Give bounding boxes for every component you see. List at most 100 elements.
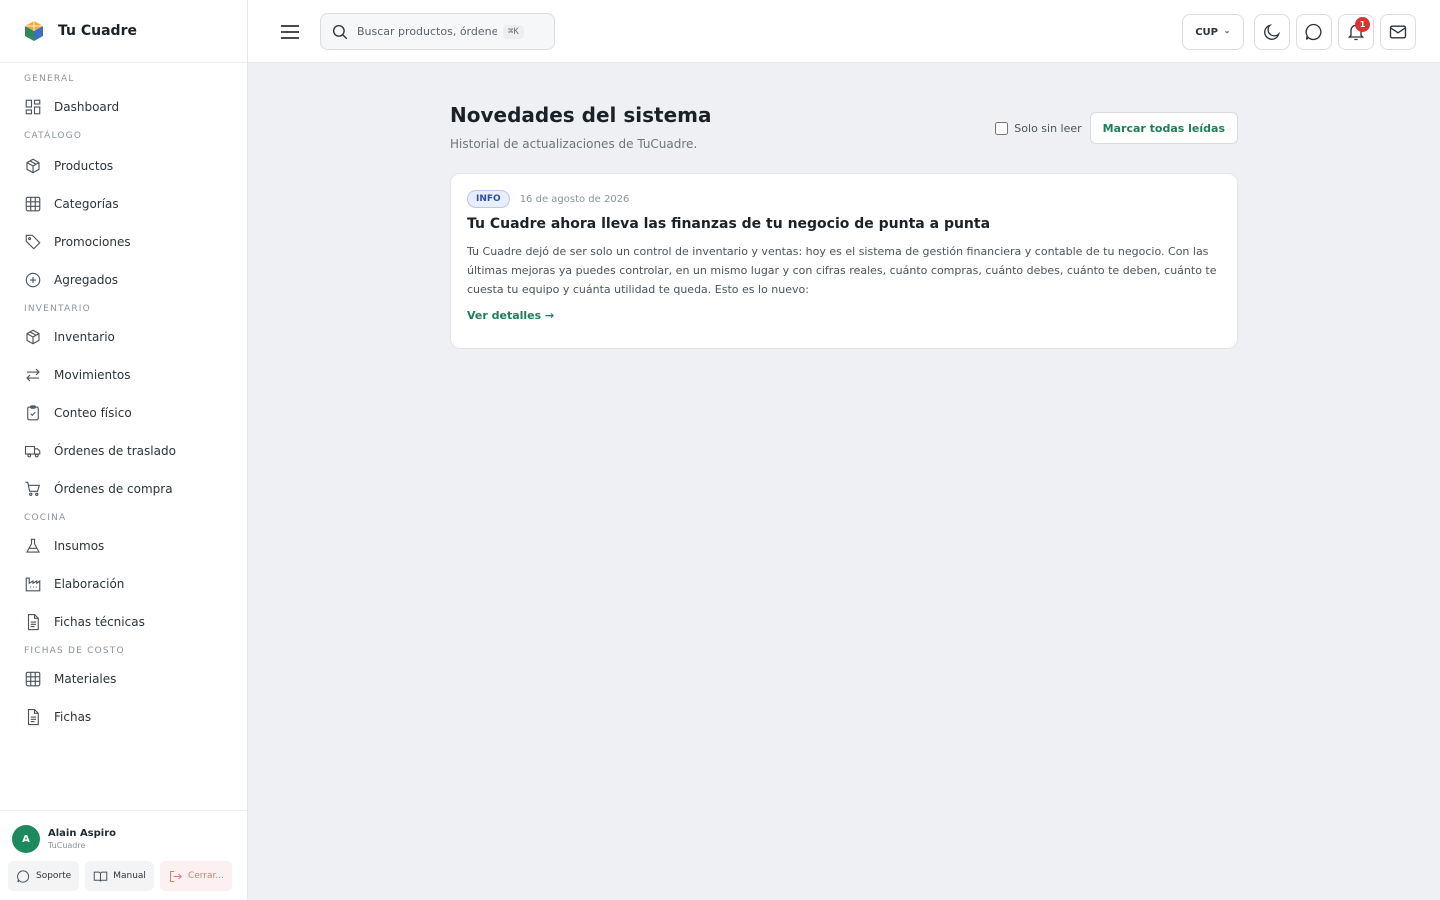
section-title-cocina: COCINA: [24, 513, 67, 523]
logout-icon: [169, 870, 182, 882]
logout-label: Cerrar...: [187, 871, 224, 881]
book-icon: [93, 871, 108, 882]
factory-icon: [25, 577, 41, 592]
sidebar-item-label: Dashboard: [54, 100, 120, 114]
mail-icon: [1389, 25, 1407, 39]
sidebar-item-label: Inventario: [54, 330, 115, 344]
sidebar-item-productos[interactable]: Productos: [0, 147, 247, 185]
notification-badge: 1: [1355, 17, 1370, 32]
search-box[interactable]: ⌘K: [320, 13, 555, 50]
support-label: Soporte: [36, 871, 72, 881]
sidebar-item-agregados[interactable]: Agregados: [0, 261, 247, 299]
grid-icon: [25, 196, 41, 212]
sidebar-nav: GENERAL Dashboard CATÁLOGO Productos Cat…: [0, 64, 247, 810]
clipboard-icon: [27, 405, 39, 421]
sidebar-item-label: Fichas: [54, 710, 92, 724]
plus-circle-icon: [25, 272, 41, 288]
chat-bubble-icon: [17, 869, 30, 883]
sidebar-item-label: Categorías: [54, 197, 119, 211]
sidebar-item-ordenes-compra[interactable]: Órdenes de compra: [0, 470, 247, 508]
view-details-link[interactable]: Ver detalles →: [467, 309, 554, 322]
sidebar-item-label: Promociones: [54, 235, 131, 249]
currency-value: CUP: [1195, 26, 1218, 38]
sidebar-item-ordenes-traslado[interactable]: Órdenes de traslado: [0, 432, 247, 470]
topbar-actions: CUP 1: [1182, 14, 1416, 50]
sidebar-item-inventario[interactable]: Inventario: [0, 318, 247, 356]
document-icon: [27, 708, 39, 726]
search-input[interactable]: [357, 25, 497, 38]
dashboard-icon: [25, 99, 41, 115]
sidebar: Tu Cuadre GENERAL Dashboard CATÁLOGO Pro…: [0, 0, 248, 900]
sidebar-item-label: Productos: [54, 159, 114, 173]
news-title: Tu Cuadre ahora lleva las finanzas de tu…: [467, 216, 991, 232]
sidebar-item-label: Conteo físico: [54, 406, 132, 420]
sidebar-item-fichas-tecnicas[interactable]: Fichas técnicas: [0, 603, 247, 641]
brand[interactable]: Tu Cuadre: [0, 0, 247, 63]
sidebar-item-label: Órdenes de compra: [54, 482, 173, 496]
manual-label: Manual: [113, 871, 146, 881]
section-title-fichas-costo: FICHAS DE COSTO: [24, 646, 125, 656]
tag-icon: [25, 234, 41, 250]
user-profile[interactable]: A Alain Aspiro TuCuadre: [0, 811, 247, 857]
sidebar-item-fichas[interactable]: Fichas: [0, 698, 247, 736]
sidebar-item-label: Movimientos: [54, 368, 131, 382]
theme-toggle-button[interactable]: [1254, 14, 1290, 50]
sidebar-item-promociones[interactable]: Promociones: [0, 223, 247, 261]
sidebar-item-dashboard[interactable]: Dashboard: [0, 88, 247, 126]
sidebar-item-label: Elaboración: [54, 577, 125, 591]
mark-all-read-button[interactable]: Marcar todas leídas: [1089, 112, 1238, 144]
main-content: Novedades del sistema Historial de actua…: [248, 63, 1440, 900]
news-card: INFO 16 de agosto de 2026 Tu Cuadre ahor…: [450, 173, 1238, 349]
sidebar-item-elaboracion[interactable]: Elaboración: [0, 565, 247, 603]
grid-icon: [25, 671, 41, 687]
search-shortcut: ⌘K: [503, 24, 524, 39]
box-icon: [26, 329, 40, 345]
cart-icon: [25, 481, 41, 496]
support-button[interactable]: Soporte: [8, 861, 80, 891]
unread-filter[interactable]: Solo sin leer: [995, 121, 1082, 135]
user-block: A Alain Aspiro TuCuadre Soporte Manual C…: [0, 810, 247, 900]
sidebar-item-materiales[interactable]: Materiales: [0, 660, 247, 698]
section-title-catalogo: CATÁLOGO: [24, 131, 83, 141]
currency-select[interactable]: CUP: [1182, 14, 1244, 50]
page-header: Novedades del sistema Historial de actua…: [450, 103, 1238, 151]
sidebar-item-label: Insumos: [54, 539, 105, 553]
sidebar-item-label: Agregados: [54, 273, 119, 287]
sidebar-item-categorias[interactable]: Categorías: [0, 185, 247, 223]
unread-filter-checkbox[interactable]: [995, 121, 1009, 135]
notifications-button[interactable]: 1: [1338, 14, 1374, 50]
box-icon: [26, 158, 40, 174]
news-meta: INFO 16 de agosto de 2026: [467, 190, 1221, 208]
sidebar-item-movimientos[interactable]: Movimientos: [0, 356, 247, 394]
chat-button[interactable]: [1296, 14, 1332, 50]
manual-button[interactable]: Manual: [85, 861, 154, 891]
user-name: Alain Aspiro: [48, 828, 117, 839]
news-date: 16 de agosto de 2026: [519, 193, 630, 205]
arrows-icon: [26, 368, 40, 382]
messages-button[interactable]: [1380, 14, 1416, 50]
section-title-inventario: INVENTARIO: [24, 304, 91, 314]
brand-logo-icon: [25, 21, 43, 41]
news-tag-badge: INFO: [467, 190, 510, 208]
sidebar-item-label: Fichas técnicas: [54, 615, 145, 629]
user-org: TuCuadre: [48, 841, 86, 850]
sidebar-item-insumos[interactable]: Insumos: [0, 527, 247, 565]
section-title-general: GENERAL: [24, 74, 75, 84]
document-icon: [27, 613, 39, 631]
sidebar-item-label: Materiales: [54, 672, 117, 686]
chat-bubble-icon: [1305, 23, 1322, 41]
truck-icon: [24, 445, 41, 458]
sidebar-item-label: Órdenes de traslado: [54, 444, 176, 458]
user-actions: Soporte Manual Cerrar...: [0, 857, 247, 891]
chevron-down-icon: [1224, 30, 1230, 34]
hamburger-menu-icon[interactable]: [278, 20, 302, 44]
news-body: Tu Cuadre dejó de ser solo un control de…: [467, 245, 1217, 296]
flask-icon: [26, 538, 40, 553]
brand-name: Tu Cuadre: [58, 23, 137, 39]
moon-icon: [1264, 23, 1281, 40]
logout-button[interactable]: Cerrar...: [159, 861, 232, 891]
header-actions: Solo sin leer Marcar todas leídas: [995, 112, 1238, 144]
search-icon: [332, 24, 348, 39]
sidebar-item-conteo-fisico[interactable]: Conteo físico: [0, 394, 247, 432]
unread-filter-label: Solo sin leer: [1014, 121, 1082, 135]
